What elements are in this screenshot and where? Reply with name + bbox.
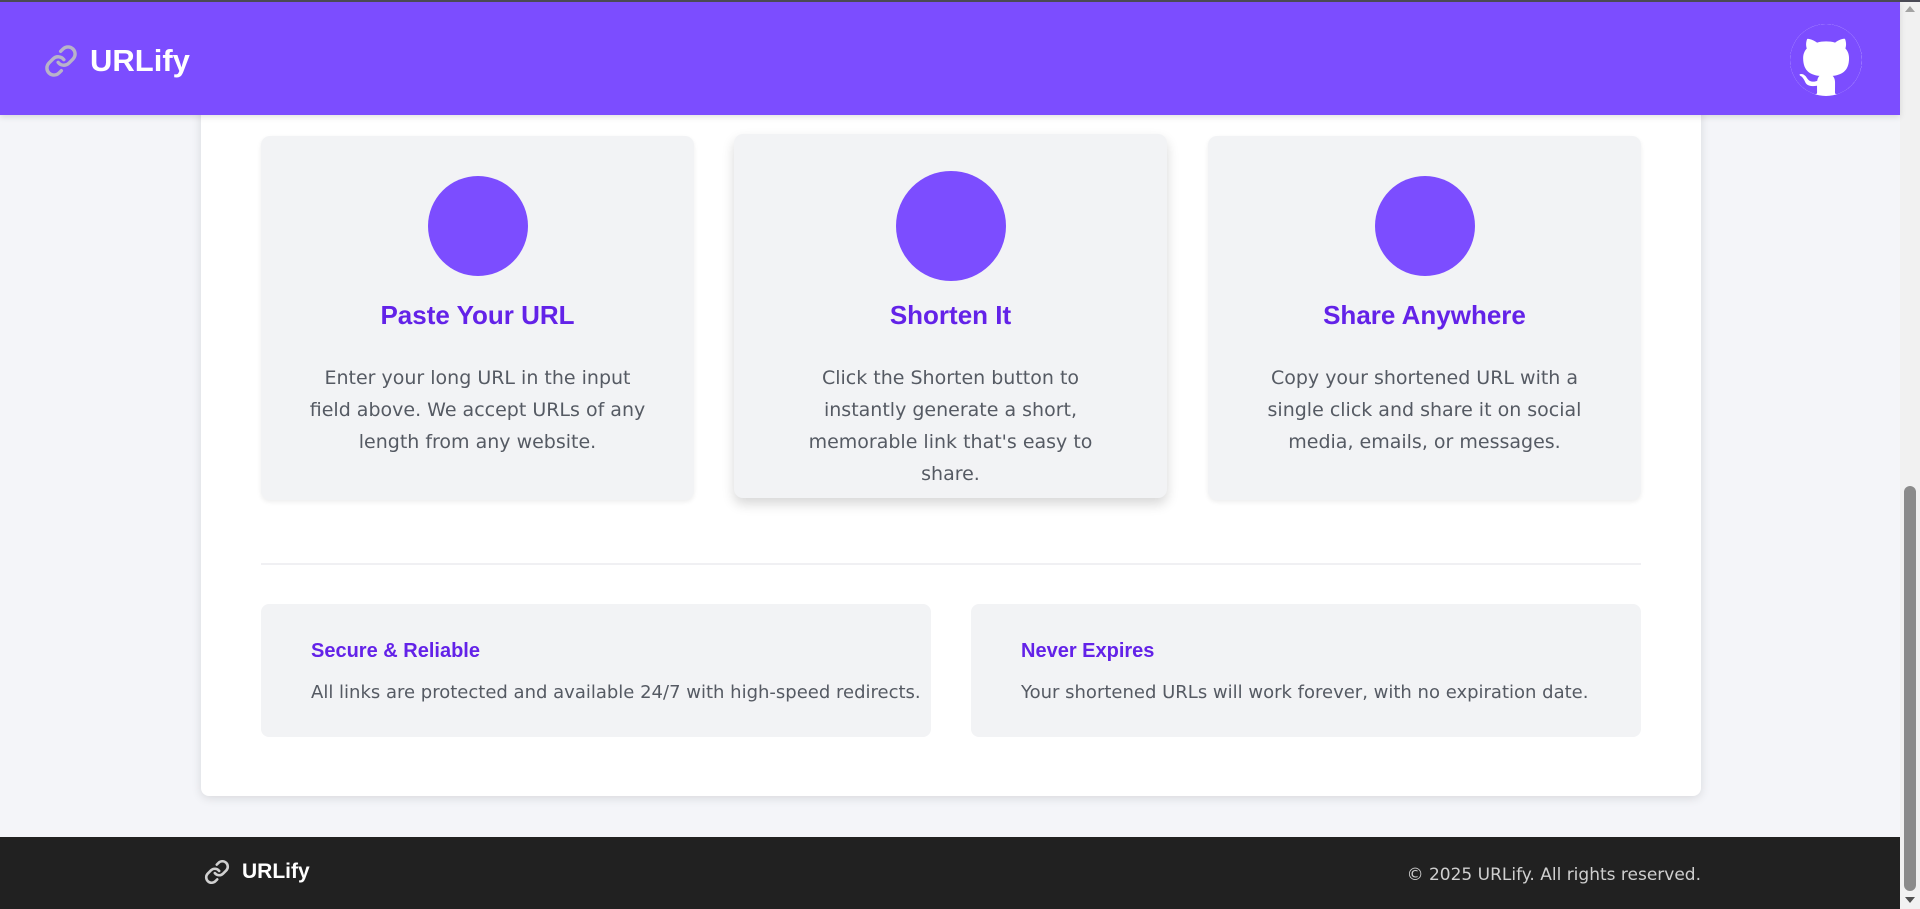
site-footer: URLify © 2025 URLify. All rights reserve…	[0, 837, 1900, 909]
link-icon	[204, 859, 230, 885]
brand-link[interactable]: URLify	[44, 38, 190, 84]
feature-title: Secure & Reliable	[311, 640, 480, 662]
github-icon	[1790, 24, 1862, 95]
github-link[interactable]	[1790, 24, 1862, 96]
step-icon-circle	[895, 171, 1006, 281]
site-header: URLify	[0, 2, 1900, 115]
feature-description: All links are protected and available 24…	[311, 682, 921, 703]
step-card-paste: Paste Your URL Enter your long URL in th…	[261, 136, 694, 500]
feature-card-never-expires: Never Expires Your shortened URLs will w…	[971, 604, 1641, 737]
feature-card-secure: Secure & Reliable All links are protecte…	[261, 604, 931, 737]
step-title: Share Anywhere	[1323, 300, 1526, 330]
feature-title: Never Expires	[1021, 640, 1155, 662]
step-title: Shorten It	[889, 300, 1012, 330]
step-icon-circle	[427, 176, 528, 276]
footer-brand-link[interactable]: URLify	[204, 859, 310, 885]
window-top-edge	[0, 0, 1920, 2]
step-card-share: Share Anywhere Copy your shortened URL w…	[1208, 136, 1641, 500]
scrollbar-thumb[interactable]	[1904, 486, 1916, 891]
step-description: Copy your shortened URL with a single cl…	[1267, 367, 1582, 453]
link-icon	[45, 45, 77, 77]
step-description: Click the Shorten button to instantly ge…	[808, 367, 1093, 485]
step-description: Enter your long URL in the input field a…	[309, 367, 646, 453]
feature-description: Your shortened URLs will work forever, w…	[1021, 682, 1589, 703]
how-it-works-card: Paste Your URL Enter your long URL in th…	[201, 90, 1701, 796]
scroll-down-arrow-icon[interactable]	[1905, 897, 1915, 903]
page-scrollbar[interactable]	[1900, 0, 1920, 909]
step-title: Paste Your URL	[380, 300, 575, 330]
step-icon-circle	[1374, 176, 1475, 276]
step-card-shorten: Shorten It Click the Shorten button to i…	[734, 134, 1167, 498]
footer-brand-name: URLify	[242, 860, 310, 883]
section-divider	[261, 563, 1641, 565]
scroll-up-arrow-icon[interactable]	[1905, 6, 1915, 12]
copyright-text: © 2025 URLify. All rights reserved.	[1406, 865, 1701, 885]
brand-name: URLify	[90, 43, 190, 78]
